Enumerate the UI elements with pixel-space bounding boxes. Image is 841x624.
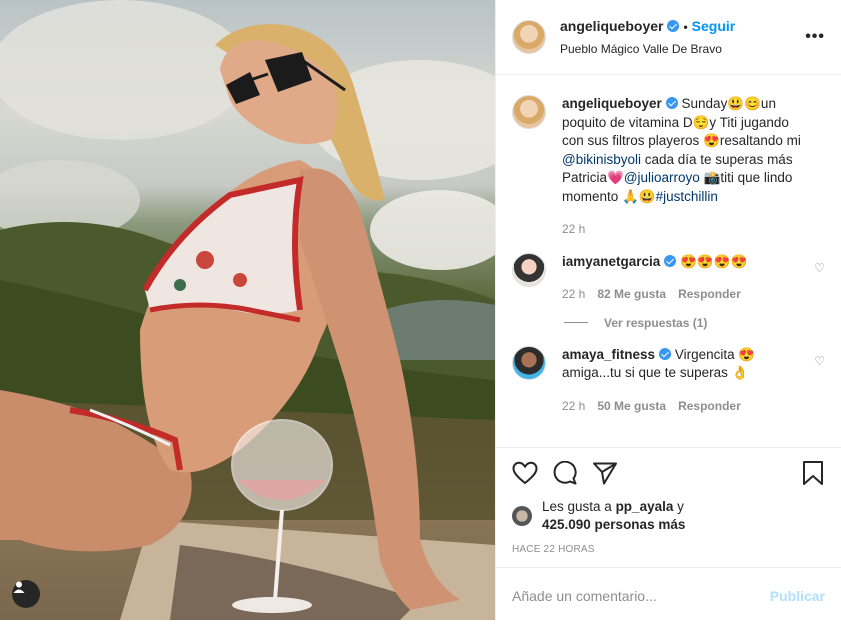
author-avatar[interactable] [512,20,546,54]
caption-body: angeliqueboyer Sunday😃😊un poquito de vit… [562,95,807,239]
likes-text: Les gusta a pp_ayala y 425.090 personas … [542,498,685,534]
likes-summary: Les gusta a pp_ayala y 425.090 personas … [496,496,841,534]
caption-comment: angeliqueboyer Sunday😃😊un poquito de vit… [512,95,825,239]
replies-line [564,322,588,323]
bookmark-icon [803,460,823,485]
verified-icon [664,254,677,267]
comment-button[interactable] [552,460,578,490]
comment-text: 😍😍😍😍 [676,253,748,269]
post-side-panel: angeliqueboyer • Seguir Pueblo Mágico Vall… [495,0,841,620]
comment-like-heart-icon[interactable]: ♡ [814,261,825,275]
author-username[interactable]: angeliqueboyer [560,18,663,34]
post-location[interactable]: Pueblo Mágico Valle De Bravo [560,42,805,56]
reply-button[interactable]: Responder [678,287,741,301]
caption-hashtag[interactable]: #justchillin [656,189,718,204]
comment-avatar[interactable] [512,252,546,287]
post-photo[interactable] [0,0,495,620]
caption-username[interactable]: angeliqueboyer [562,96,662,111]
comment-likes[interactable]: 82 Me gusta [597,287,666,301]
post-header: angeliqueboyer • Seguir Pueblo Mágico Vall… [496,0,841,75]
comment-item: amaya_fitness Virgencita 😍 amiga...tu si… [512,345,825,416]
comment-meta: 22 h 50 Me gusta Responder [562,397,807,416]
comment-time[interactable]: 22 h [562,399,585,413]
comment-meta: 22 h 82 Me gusta Responder [562,285,807,304]
comment-time[interactable]: 22 h [562,287,585,301]
liker-avatar[interactable] [512,506,532,526]
likes-count[interactable]: 425.090 personas más [542,517,685,532]
tagged-user-icon[interactable] [12,580,40,608]
caption-meta: 22 h [562,220,807,239]
comments-section: angeliqueboyer Sunday😃😊un poquito de vit… [496,75,841,448]
more-options-button[interactable]: ••• [805,28,825,46]
user-icon [13,581,25,593]
likes-middle: y [673,499,684,514]
photo-illustration [0,0,495,620]
caption-mention-1[interactable]: @bikinisbyoli [562,152,641,167]
post-actions [496,448,841,496]
verified-icon [659,347,672,360]
comment-username[interactable]: amaya_fitness [562,347,655,362]
share-button[interactable] [592,461,618,490]
view-replies-label: Ver respuestas (1) [604,315,708,330]
follow-button[interactable]: Seguir [692,18,736,34]
caption-avatar[interactable] [512,95,546,129]
liker-username[interactable]: pp_ayala [616,499,674,514]
comment-icon [553,460,577,484]
share-icon [593,462,617,484]
reply-button[interactable]: Responder [678,399,741,413]
comment-likes[interactable]: 50 Me gusta [597,399,666,413]
heart-icon [512,461,538,484]
view-replies-button[interactable]: Ver respuestas (1) [564,316,825,330]
comment-item: iamyanetgarcia 😍😍😍😍 22 h 82 Me gusta Respo… [512,252,825,304]
comment-avatar[interactable] [512,345,546,380]
verified-icon [667,20,680,32]
like-button[interactable] [512,461,538,490]
author-info: angeliqueboyer • Seguir Pueblo Mágico Vall… [560,18,805,56]
save-button[interactable] [801,460,825,491]
comment-username[interactable]: iamyanetgarcia [562,254,660,269]
add-comment-bar: Añade un comentario... Publicar [496,568,841,624]
caption-mention-2[interactable]: @julioarroyo [624,170,700,185]
instagram-post-view: angeliqueboyer • Seguir Pueblo Mágico Vall… [0,0,841,620]
comment-input[interactable]: Añade un comentario... [512,588,770,604]
comment-body: iamyanetgarcia 😍😍😍😍 22 h 82 Me gusta Respo… [562,253,807,304]
comment-like-heart-icon[interactable]: ♡ [814,354,825,368]
publish-button[interactable]: Publicar [770,588,825,604]
comment-body: amaya_fitness Virgencita 😍 amiga...tu si… [562,346,807,416]
likes-prefix: Les gusta a [542,499,616,514]
caption-time[interactable]: 22 h [562,222,585,236]
verified-icon [665,97,678,109]
separator-dot: • [683,20,688,34]
post-timestamp[interactable]: HACE 22 HORAS [496,534,841,568]
